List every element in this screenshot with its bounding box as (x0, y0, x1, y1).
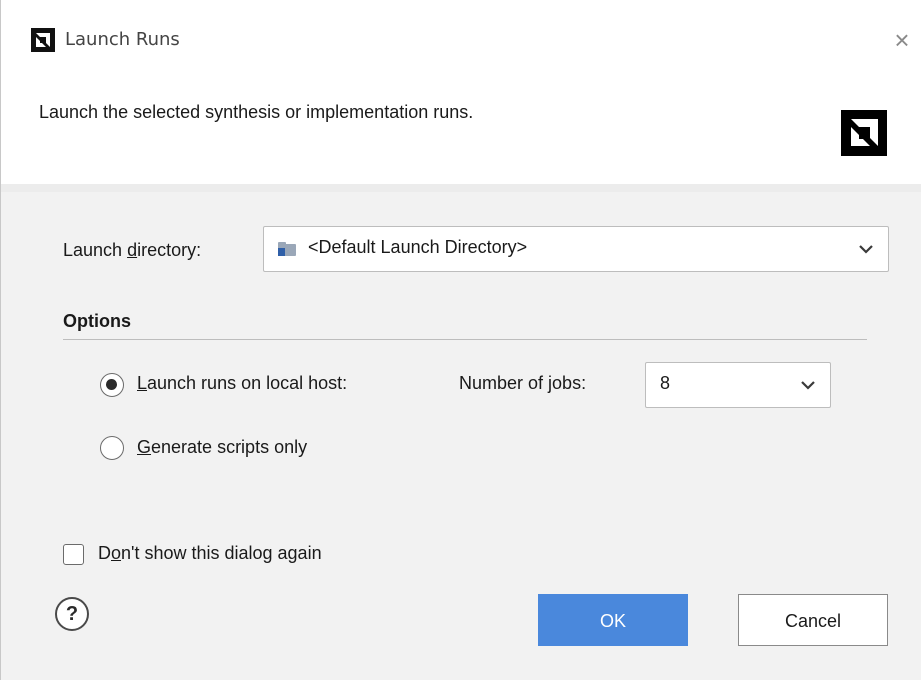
close-button[interactable]: × (886, 24, 918, 56)
launch-directory-combo[interactable]: <Default Launch Directory> (263, 226, 889, 272)
local-host-label[interactable]: Launch runs on local host: (137, 373, 347, 394)
options-divider (63, 339, 867, 340)
launch-runs-dialog: Launch Runs × Launch the selected synthe… (0, 0, 921, 680)
scripts-only-label[interactable]: Generate scripts only (137, 437, 307, 458)
help-icon: ? (65, 603, 79, 625)
chevron-down-icon (801, 381, 815, 390)
ok-button[interactable]: OK (538, 594, 688, 646)
header-banner: Launch the selected synthesis or impleme… (1, 80, 921, 188)
launch-directory-value: <Default Launch Directory> (308, 237, 528, 257)
launch-directory-label: Launch directory: (63, 240, 202, 260)
window-title: Launch Runs (65, 29, 180, 50)
close-icon: × (894, 25, 910, 55)
dialog-description: Launch the selected synthesis or impleme… (39, 102, 474, 122)
dont-show-checkbox[interactable] (63, 544, 84, 565)
number-of-jobs-label: Number of jobs: (459, 373, 587, 393)
help-button[interactable]: ? (55, 597, 89, 631)
folder-icon (278, 242, 296, 256)
amd-logo-icon (31, 28, 55, 52)
amd-logo-icon (841, 110, 887, 156)
options-heading: Options (63, 311, 131, 331)
chevron-down-icon (859, 245, 873, 254)
dont-show-label[interactable]: Don't show this dialog again (98, 543, 322, 564)
number-of-jobs-combo[interactable]: 8 (645, 362, 831, 408)
banner-divider (1, 184, 921, 192)
title-bar: Launch Runs × (1, 14, 921, 66)
number-of-jobs-value: 8 (660, 373, 671, 393)
local-host-radio[interactable] (100, 373, 124, 397)
scripts-only-radio[interactable] (100, 436, 124, 460)
cancel-button[interactable]: Cancel (738, 594, 888, 646)
